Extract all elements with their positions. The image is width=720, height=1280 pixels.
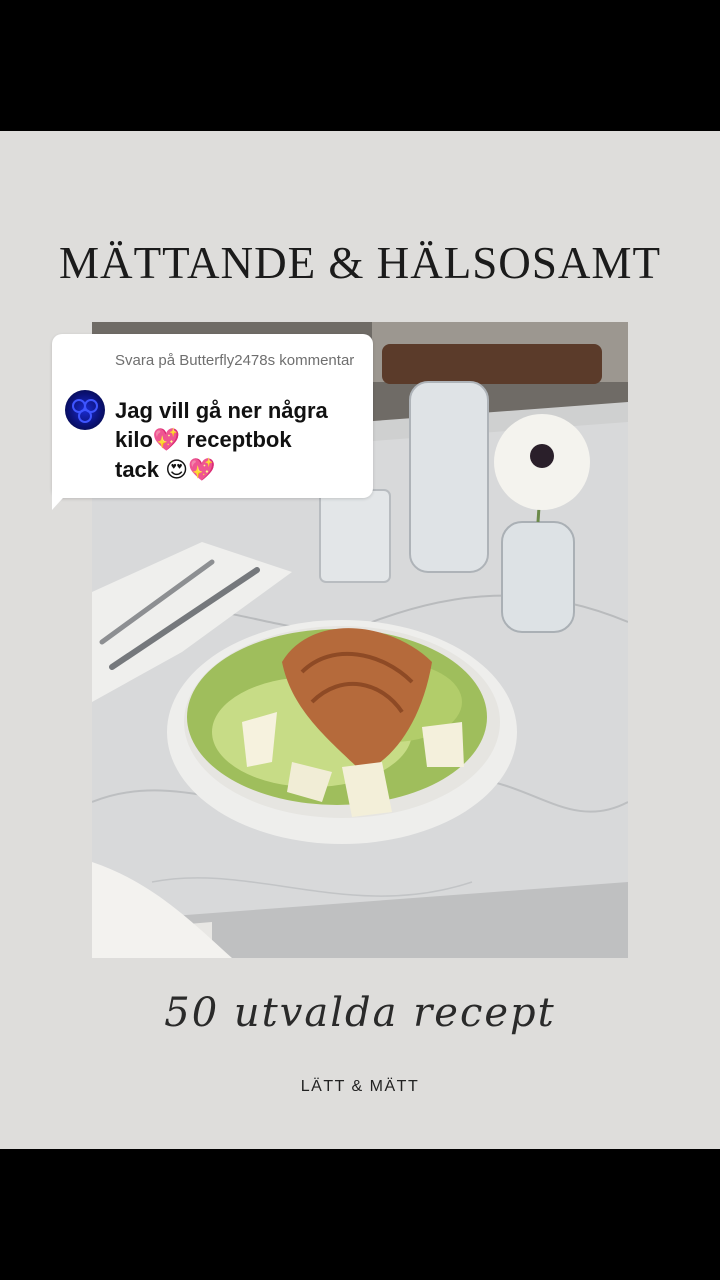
comment-line-1: Jag vill gå ner några bbox=[115, 398, 328, 423]
cover-title: MÄTTANDE & HÄLSOSAMT bbox=[58, 237, 662, 288]
comment-word-kilo: kilo bbox=[115, 427, 153, 452]
cover-script-text: 50 utvalda recept bbox=[164, 990, 556, 1036]
commenter-avatar[interactable] bbox=[65, 390, 105, 430]
reply-header-text: Svara på Butterfly2478s kommentar bbox=[115, 352, 355, 369]
sparkling-heart-icon: 💖 bbox=[152, 428, 181, 453]
comment-word-tack: tack bbox=[115, 457, 166, 482]
comment-word-receptbok: receptbok bbox=[180, 427, 292, 452]
sparkling-heart-icon: 💖 bbox=[188, 458, 216, 483]
bottom-black-bar bbox=[0, 1149, 720, 1280]
reply-comment-text: Jag vill gå ner några kilo💖 receptbok ta… bbox=[115, 396, 365, 485]
reply-sticker-tail bbox=[52, 488, 72, 510]
cover-subtitle: LÄTT & MÄTT bbox=[300, 1078, 420, 1095]
comment-line-2: kilo💖 receptbok bbox=[115, 425, 365, 455]
top-black-bar bbox=[0, 0, 720, 131]
heart-eyes-icon: 😍 bbox=[165, 458, 189, 483]
comment-line-3: tack 😍💖 bbox=[115, 455, 365, 485]
